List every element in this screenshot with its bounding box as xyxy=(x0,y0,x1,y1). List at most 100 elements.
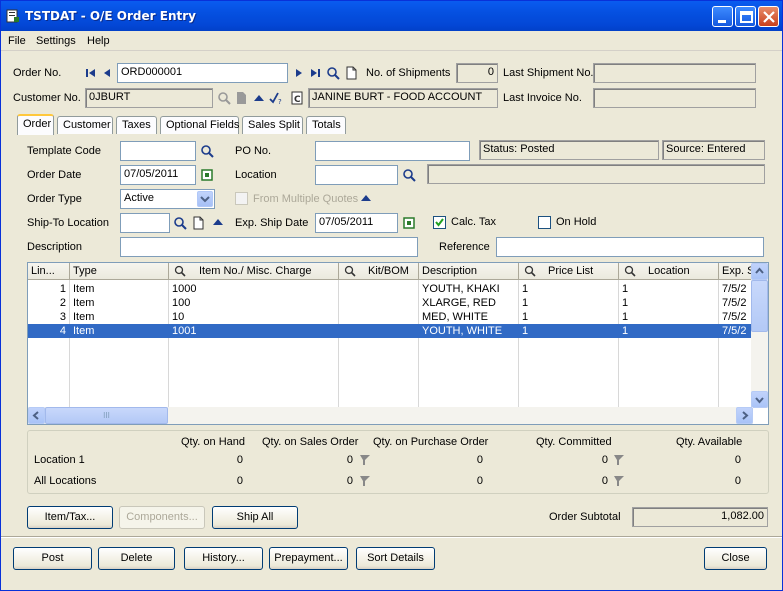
cell-price-list: 1 xyxy=(522,325,529,337)
po-no-field[interactable] xyxy=(315,141,470,161)
customer-calculator-icon[interactable]: C xyxy=(290,91,304,105)
description-field[interactable] xyxy=(120,237,418,257)
grid-vertical-scrollbar[interactable] xyxy=(751,263,768,408)
menu-settings[interactable]: Settings xyxy=(36,35,76,47)
col-type[interactable]: Type xyxy=(70,263,169,280)
location-field[interactable] xyxy=(315,165,398,185)
scroll-down-button[interactable] xyxy=(751,391,768,408)
col-kit-bom[interactable]: Kit/BOM xyxy=(339,263,419,280)
item-tax-button[interactable]: Item/Tax... xyxy=(27,506,113,529)
order-date-field[interactable]: 07/05/2011 xyxy=(120,165,196,185)
drilldown-icon[interactable] xyxy=(612,453,626,467)
template-finder-icon[interactable] xyxy=(200,144,214,158)
scroll-up-button[interactable] xyxy=(751,263,768,280)
qty-committed-header: Qty. Committed xyxy=(536,436,612,448)
quotes-zoom-icon[interactable] xyxy=(359,191,373,205)
post-button[interactable]: Post xyxy=(13,547,92,570)
delete-button[interactable]: Delete xyxy=(98,547,175,570)
cell-line: 4 xyxy=(59,325,66,337)
menu-file[interactable]: File xyxy=(8,35,26,47)
customer-no-label: Customer No. xyxy=(13,92,81,104)
close-button[interactable]: Close xyxy=(704,547,767,570)
table-row-selected[interactable]: 4 Item 1001 YOUTH, WHITE 1 1 7/5/2 xyxy=(28,324,768,338)
ship-to-new-icon[interactable] xyxy=(191,216,205,230)
tab-optional-fields[interactable]: Optional Fields xyxy=(160,116,239,134)
close-window-button[interactable] xyxy=(758,6,779,27)
order-type-dropdown-button[interactable] xyxy=(197,191,213,207)
drilldown-icon[interactable] xyxy=(612,474,626,488)
chevron-down-icon xyxy=(755,397,764,404)
scroll-left-button[interactable] xyxy=(28,407,45,424)
exp-ship-date-field[interactable]: 07/05/2011 xyxy=(315,213,398,233)
customer-zoom-icon[interactable] xyxy=(252,91,266,105)
calendar-icon[interactable] xyxy=(200,168,214,182)
table-row[interactable]: 2 Item 100 XLARGE, RED 1 1 7/5/2 xyxy=(28,296,768,310)
chevron-up-icon xyxy=(755,267,764,274)
col-type-label: Type xyxy=(73,265,97,277)
drilldown-icon[interactable] xyxy=(358,453,372,467)
calc-tax-checkbox[interactable] xyxy=(433,216,446,229)
last-record-icon[interactable] xyxy=(308,66,322,80)
ship-to-finder-icon[interactable] xyxy=(173,216,187,230)
components-button[interactable]: Components... xyxy=(119,506,205,529)
order-detail-grid[interactable]: Lin... Type Item No./ Misc. Charge Kit/B… xyxy=(27,262,769,425)
col-description[interactable]: Description xyxy=(419,263,519,280)
cell-item: 100 xyxy=(172,297,191,309)
grid-horizontal-scrollbar[interactable]: III xyxy=(28,407,753,424)
menu-help[interactable]: Help xyxy=(87,35,110,47)
order-no-field[interactable]: ORD000001 xyxy=(117,63,288,83)
title-bar[interactable]: TSTDAT - O/E Order Entry xyxy=(1,1,782,31)
template-code-field[interactable] xyxy=(120,141,196,161)
previous-record-icon[interactable] xyxy=(100,66,114,80)
location-finder-icon[interactable] xyxy=(402,168,416,182)
col-line-label: Lin... xyxy=(31,265,55,277)
customer-document-icon[interactable] xyxy=(234,91,248,105)
exp-ship-calendar-icon[interactable] xyxy=(402,216,416,230)
order-type-label: Order Type xyxy=(27,193,82,205)
col-location[interactable]: Location xyxy=(619,263,719,280)
scroll-thumb[interactable]: III xyxy=(45,407,168,424)
maximize-button[interactable] xyxy=(735,6,756,27)
tab-totals[interactable]: Totals xyxy=(306,116,346,134)
reference-label: Reference xyxy=(439,241,490,253)
order-type-select[interactable]: Active xyxy=(120,189,215,209)
new-document-icon[interactable] xyxy=(344,66,358,80)
tab-taxes[interactable]: Taxes xyxy=(116,116,157,134)
svg-text:C: C xyxy=(294,95,301,105)
customer-check-icon[interactable]: ? xyxy=(269,91,283,105)
col-item-no[interactable]: Item No./ Misc. Charge xyxy=(169,263,339,280)
col-exp-ship[interactable]: Exp. S xyxy=(719,263,755,280)
ship-to-zoom-icon[interactable] xyxy=(211,215,225,229)
chevron-right-icon xyxy=(742,411,749,420)
history-button[interactable]: History... xyxy=(184,547,263,570)
scroll-right-button[interactable] xyxy=(736,407,753,424)
minimize-button[interactable] xyxy=(712,6,733,27)
table-row[interactable]: 3 Item 10 MED, WHITE 1 1 7/5/2 xyxy=(28,310,768,324)
tab-sales-split-label: Sales Split xyxy=(248,119,300,131)
table-row[interactable]: 1 Item 1000 YOUTH, KHAKI 1 1 7/5/2 xyxy=(28,282,768,296)
reference-field[interactable] xyxy=(496,237,764,257)
next-record-icon[interactable] xyxy=(292,66,306,80)
drilldown-icon[interactable] xyxy=(358,474,372,488)
scroll-thumb[interactable] xyxy=(751,280,768,332)
from-multiple-quotes-checkbox[interactable] xyxy=(235,192,248,205)
ship-all-button[interactable]: Ship All xyxy=(212,506,298,529)
col-line[interactable]: Lin... xyxy=(28,263,70,280)
on-hold-checkbox[interactable] xyxy=(538,216,551,229)
tab-customer[interactable]: Customer xyxy=(57,116,113,134)
ship-to-field[interactable] xyxy=(120,213,170,233)
finder-icon[interactable] xyxy=(326,66,340,80)
search-icon xyxy=(344,265,356,277)
sort-details-button[interactable]: Sort Details xyxy=(356,547,435,570)
cell-type: Item xyxy=(73,297,95,309)
prepayment-button[interactable]: Prepayment... xyxy=(269,547,348,570)
first-record-icon[interactable] xyxy=(84,66,98,80)
maximize-icon xyxy=(740,11,753,23)
col-price-list[interactable]: Price List xyxy=(519,263,619,280)
qty-available-header: Qty. Available xyxy=(676,436,743,448)
on-hold-label: On Hold xyxy=(556,216,597,228)
tab-order[interactable]: Order xyxy=(17,114,54,135)
app-icon xyxy=(6,9,19,23)
tab-sales-split[interactable]: Sales Split xyxy=(242,116,303,134)
customer-finder-icon[interactable] xyxy=(217,91,231,105)
